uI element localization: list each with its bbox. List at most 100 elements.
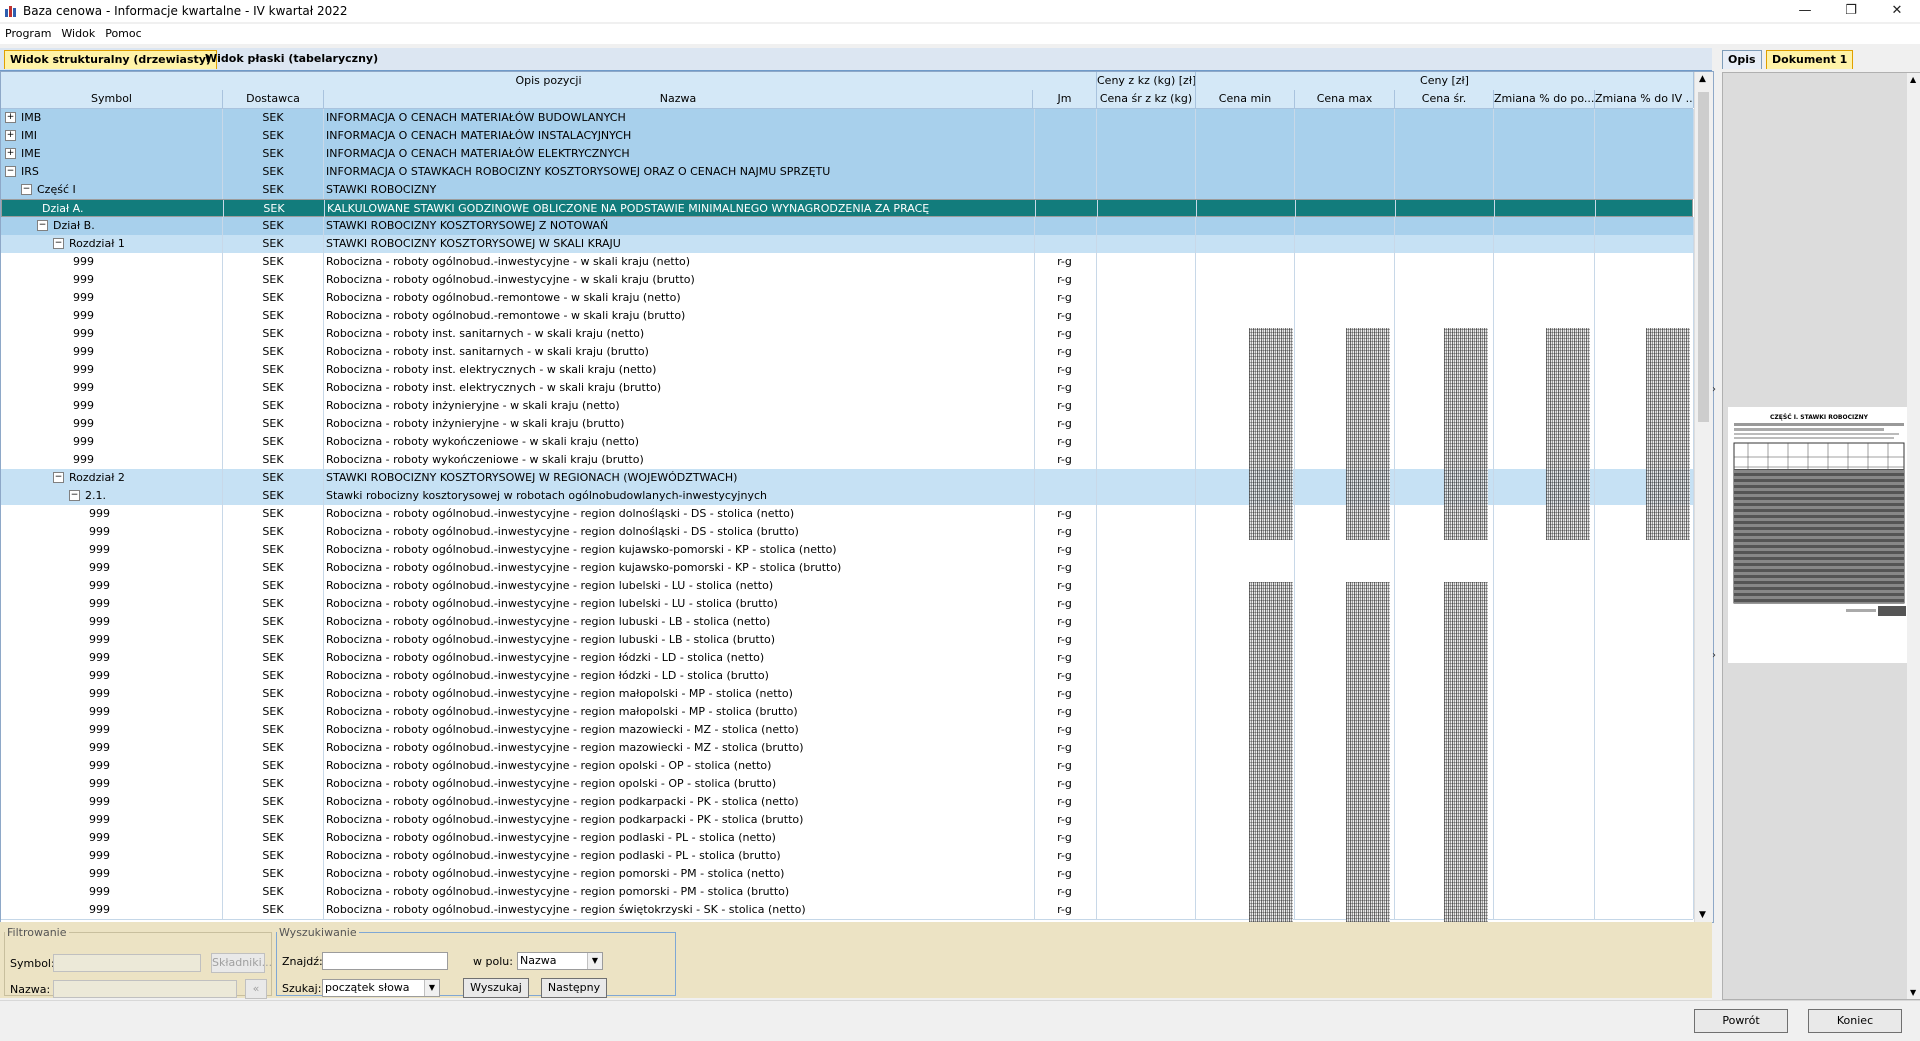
document-thumbnail[interactable]: CZĘŚĆ I. STAWKI ROBOCIZNY bbox=[1728, 407, 1910, 663]
table-row[interactable]: 999 SEK Robocizna - roboty ogólnobud.-inwe… bbox=[1, 757, 1694, 776]
table-row[interactable]: 999 SEK Robocizna - roboty ogólnobud.-inwe… bbox=[1, 559, 1694, 578]
collapse-icon[interactable]: − bbox=[5, 166, 16, 177]
table-row[interactable]: 999 SEK Robocizna - roboty ogólnobud.-inwe… bbox=[1, 577, 1694, 596]
table-row[interactable]: + IMI SEK INFORMACJA O CENACH MATERIAŁÓW IN… bbox=[1, 127, 1694, 146]
minimize-icon[interactable]: — bbox=[1782, 0, 1828, 22]
tab-tree-view[interactable]: Widok strukturalny (drzewiasty) bbox=[4, 50, 217, 69]
collapse-icon[interactable]: − bbox=[69, 490, 80, 501]
col-cena-kz[interactable]: Cena śr z kz (kg) bbox=[1097, 90, 1196, 108]
tab-opis[interactable]: Opis bbox=[1722, 50, 1762, 69]
tab-dokument[interactable]: Dokument 1 bbox=[1766, 50, 1854, 69]
symbol-text: 999 bbox=[89, 687, 110, 700]
table-row[interactable]: 999 SEK Robocizna - roboty ogólnobud.-inwe… bbox=[1, 847, 1694, 866]
tab-flat-view[interactable]: Widok płaski (tabelaryczny) bbox=[200, 50, 383, 68]
expand-icon[interactable]: + bbox=[5, 148, 16, 159]
table-row[interactable]: 999 SEK Robocizna - roboty ogólnobud.-remo… bbox=[1, 289, 1694, 308]
symbol-filter-input[interactable] bbox=[53, 954, 201, 972]
table-row[interactable]: 999 SEK Robocizna - roboty inżynieryjne - … bbox=[1, 397, 1694, 416]
find-input[interactable] bbox=[322, 952, 448, 970]
end-button[interactable]: Koniec bbox=[1808, 1009, 1902, 1033]
next-button[interactable]: Następny bbox=[541, 978, 607, 998]
table-row[interactable]: 999 SEK Robocizna - roboty ogólnobud.-inwe… bbox=[1, 811, 1694, 830]
scroll-up-icon[interactable]: ▲ bbox=[1699, 74, 1706, 84]
scroll-up-icon[interactable]: ▲ bbox=[1910, 75, 1916, 84]
price-cell bbox=[1395, 109, 1494, 127]
table-row[interactable]: + IME SEK INFORMACJA O CENACH MATERIAŁÓW EL… bbox=[1, 145, 1694, 164]
table-row[interactable]: 999 SEK Robocizna - roboty ogólnobud.-inwe… bbox=[1, 523, 1694, 542]
price-cell bbox=[1097, 649, 1196, 667]
splitter-arrow-icon-2[interactable]: › bbox=[1712, 650, 1716, 661]
field-select[interactable]: Nazwa ▼ bbox=[517, 952, 603, 970]
col-nazwa[interactable]: Nazwa bbox=[324, 90, 1033, 108]
table-row[interactable]: − Rozdział 1 SEK STAWKI ROBOCIZNY KOSZTORYS… bbox=[1, 235, 1694, 254]
table-row[interactable]: 999 SEK Robocizna - roboty ogólnobud.-inwe… bbox=[1, 865, 1694, 884]
col-jm[interactable]: Jm bbox=[1033, 90, 1097, 108]
menu-widok[interactable]: Widok bbox=[56, 24, 100, 40]
col-dostawca[interactable]: Dostawca bbox=[223, 90, 324, 108]
collapse-icon[interactable]: − bbox=[37, 220, 48, 231]
expand-icon[interactable]: + bbox=[5, 130, 16, 141]
table-row[interactable]: 999 SEK Robocizna - roboty inżynieryjne - … bbox=[1, 415, 1694, 434]
table-row[interactable]: 999 SEK Robocizna - roboty ogólnobud.-inwe… bbox=[1, 649, 1694, 668]
table-row[interactable]: 999 SEK Robocizna - roboty ogólnobud.-inwe… bbox=[1, 883, 1694, 902]
col-zmiana-iv[interactable]: Zmiana % do IV ... bbox=[1595, 90, 1694, 108]
collapse-icon[interactable]: − bbox=[53, 472, 64, 483]
table-row[interactable]: 999 SEK Robocizna - roboty ogólnobud.-inwe… bbox=[1, 595, 1694, 614]
table-row[interactable]: 999 SEK Robocizna - roboty ogólnobud.-inwe… bbox=[1, 541, 1694, 560]
scroll-down-icon[interactable]: ▼ bbox=[1910, 988, 1916, 997]
splitter-arrow-icon[interactable]: › bbox=[1712, 384, 1716, 395]
table-row[interactable]: Dział A. SEK KALKULOWANE STAWKI GODZINOWE … bbox=[1, 199, 1695, 218]
table-row[interactable]: 999 SEK Robocizna - roboty wykończeniowe -… bbox=[1, 433, 1694, 452]
jm-cell bbox=[1033, 235, 1097, 253]
table-row[interactable]: 999 SEK Robocizna - roboty ogólnobud.-inwe… bbox=[1, 613, 1694, 632]
table-row[interactable]: −2.1. SEK Stawki robocizny kosztorysowej w… bbox=[1, 487, 1694, 506]
skladniki-button[interactable]: Składniki... bbox=[211, 953, 272, 973]
preview-scrollbar[interactable]: ▲ ▼ bbox=[1907, 73, 1920, 999]
col-cena-min[interactable]: Cena min bbox=[1196, 90, 1295, 108]
search-button[interactable]: Wyszukaj bbox=[463, 978, 529, 998]
back-button[interactable]: Powrót bbox=[1694, 1009, 1788, 1033]
collapse-icon[interactable]: − bbox=[53, 238, 64, 249]
col-zmiana-po[interactable]: Zmiana % do po... bbox=[1494, 90, 1595, 108]
table-row[interactable]: 999 SEK Robocizna - roboty ogólnobud.-remo… bbox=[1, 307, 1694, 326]
clear-filter-button[interactable]: « bbox=[245, 979, 267, 999]
nazwa-filter-input[interactable] bbox=[53, 980, 237, 998]
menu-pomoc[interactable]: Pomoc bbox=[100, 24, 146, 40]
col-cena-max[interactable]: Cena max bbox=[1295, 90, 1395, 108]
table-row[interactable]: 999 SEK Robocizna - roboty ogólnobud.-inwe… bbox=[1, 253, 1694, 272]
expand-icon[interactable]: + bbox=[5, 112, 16, 123]
table-row[interactable]: 999 SEK Robocizna - roboty ogólnobud.-inwe… bbox=[1, 901, 1694, 920]
table-row[interactable]: 999 SEK Robocizna - roboty ogólnobud.-inwe… bbox=[1, 505, 1694, 524]
table-row[interactable]: 999 SEK Robocizna - roboty wykończeniowe -… bbox=[1, 451, 1694, 470]
table-row[interactable]: 999 SEK Robocizna - roboty ogólnobud.-inwe… bbox=[1, 703, 1694, 722]
table-row[interactable]: 999 SEK Robocizna - roboty inst. sanitarny… bbox=[1, 343, 1694, 362]
table-row[interactable]: 999 SEK Robocizna - roboty ogólnobud.-inwe… bbox=[1, 271, 1694, 290]
restore-icon[interactable]: ❐ bbox=[1828, 0, 1874, 22]
collapse-icon[interactable]: − bbox=[21, 184, 32, 195]
table-row[interactable]: 999 SEK Robocizna - roboty ogólnobud.-inwe… bbox=[1, 667, 1694, 686]
col-symbol[interactable]: Symbol bbox=[1, 90, 223, 108]
mode-select[interactable]: początek słowa ▼ bbox=[322, 979, 440, 997]
scroll-thumb[interactable] bbox=[1698, 92, 1709, 422]
table-row[interactable]: 999 SEK Robocizna - roboty inst. sanitarny… bbox=[1, 325, 1694, 344]
table-row[interactable]: + IMB SEK INFORMACJA O CENACH MATERIAŁÓW BU… bbox=[1, 109, 1694, 128]
price-cell bbox=[1395, 163, 1494, 181]
table-row[interactable]: 999 SEK Robocizna - roboty ogólnobud.-inwe… bbox=[1, 685, 1694, 704]
table-row[interactable]: − Rozdział 2 SEK STAWKI ROBOCIZNY KOSZTORYS… bbox=[1, 469, 1694, 488]
table-row[interactable]: 999 SEK Robocizna - roboty ogólnobud.-inwe… bbox=[1, 829, 1694, 848]
table-row[interactable]: − Część I SEK STAWKI ROBOCIZNY bbox=[1, 181, 1694, 200]
table-row[interactable]: − IRS SEK INFORMACJA O STAWKACH ROBOCIZNY K… bbox=[1, 163, 1694, 182]
table-row[interactable]: 999 SEK Robocizna - roboty ogólnobud.-inwe… bbox=[1, 631, 1694, 650]
table-row[interactable]: − Dział B. SEK STAWKI ROBOCIZNY KOSZTORYSOW… bbox=[1, 217, 1694, 236]
scroll-down-icon[interactable]: ▼ bbox=[1699, 910, 1706, 920]
table-row[interactable]: 999 SEK Robocizna - roboty ogólnobud.-inwe… bbox=[1, 793, 1694, 812]
col-cena-sr[interactable]: Cena śr. bbox=[1395, 90, 1494, 108]
table-row[interactable]: 999 SEK Robocizna - roboty ogólnobud.-inwe… bbox=[1, 775, 1694, 794]
table-row[interactable]: 999 SEK Robocizna - roboty ogólnobud.-inwe… bbox=[1, 721, 1694, 740]
table-row[interactable]: 999 SEK Robocizna - roboty ogólnobud.-inwe… bbox=[1, 739, 1694, 758]
table-row[interactable]: 999 SEK Robocizna - roboty inst. elektrycz… bbox=[1, 361, 1694, 380]
close-icon[interactable]: ✕ bbox=[1874, 0, 1920, 22]
grid-scrollbar[interactable]: ▲ ▼ bbox=[1694, 72, 1713, 922]
menu-program[interactable]: Program bbox=[0, 24, 56, 40]
table-row[interactable]: 999 SEK Robocizna - roboty inst. elektrycz… bbox=[1, 379, 1694, 398]
